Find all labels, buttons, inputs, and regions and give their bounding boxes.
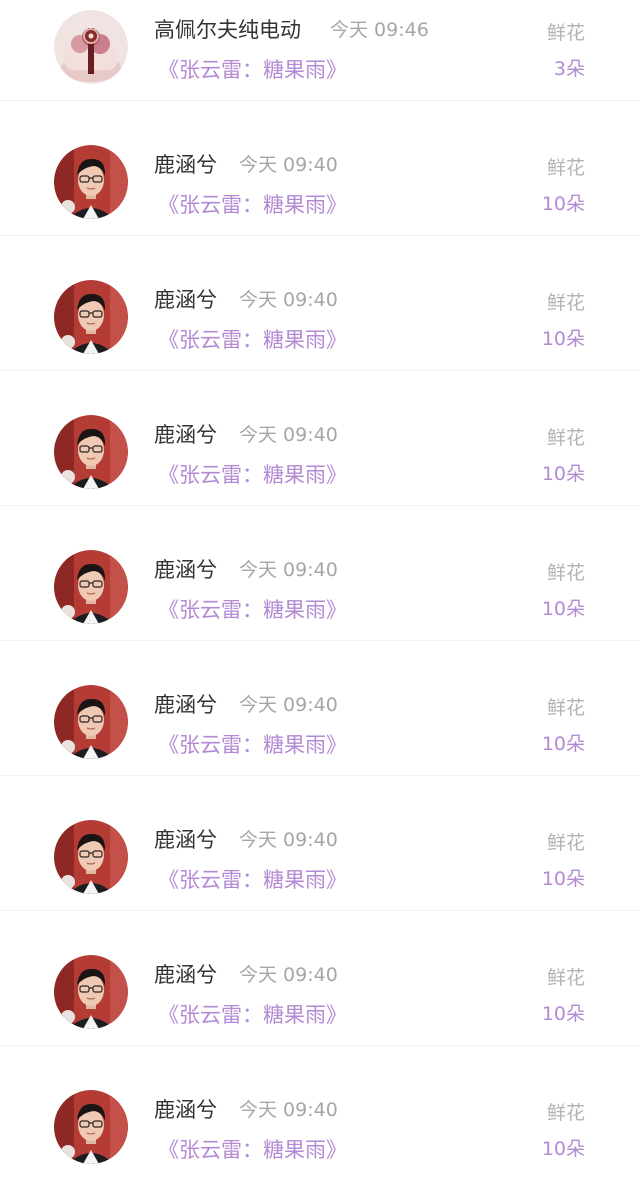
timestamp: 今天 09:40 — [239, 289, 338, 311]
user-name[interactable]: 鹿涵兮 — [154, 689, 217, 719]
gift-type-label: 鲜花 — [546, 22, 585, 44]
timestamp: 今天 09:40 — [239, 424, 338, 446]
gift-record-row[interactable]: 鹿涵兮 今天 09:40 《张云雷：糖果雨》 鲜花 10朵 — [0, 1046, 640, 1177]
gift-count: 10朵 — [541, 1138, 585, 1160]
gift-count: 10朵 — [541, 463, 585, 485]
user-name[interactable]: 鹿涵兮 — [154, 1094, 217, 1124]
work-title-link[interactable]: 《张云雷：糖果雨》 — [158, 54, 347, 84]
gift-type-label: 鲜花 — [546, 697, 585, 719]
work-title-link[interactable]: 《张云雷：糖果雨》 — [158, 1134, 347, 1164]
gift-record-row[interactable]: 鹿涵兮 今天 09:40 《张云雷：糖果雨》 鲜花 10朵 — [0, 101, 640, 236]
work-title-link[interactable]: 《张云雷：糖果雨》 — [158, 189, 347, 219]
work-title-link[interactable]: 《张云雷：糖果雨》 — [158, 459, 347, 489]
avatar[interactable] — [54, 10, 128, 84]
work-title-link[interactable]: 《张云雷：糖果雨》 — [158, 999, 347, 1029]
gift-type-label: 鲜花 — [546, 832, 585, 854]
gift-record-row[interactable]: 鹿涵兮 今天 09:40 《张云雷：糖果雨》 鲜花 10朵 — [0, 371, 640, 506]
gift-type-label: 鲜花 — [546, 427, 585, 449]
avatar[interactable] — [54, 280, 128, 354]
gift-type-label: 鲜花 — [546, 562, 585, 584]
gift-count: 10朵 — [541, 868, 585, 890]
gift-record-row[interactable]: 鹿涵兮 今天 09:40 《张云雷：糖果雨》 鲜花 10朵 — [0, 776, 640, 911]
timestamp: 今天 09:46 — [330, 19, 429, 41]
user-name[interactable]: 高佩尔夫纯电动 — [154, 14, 301, 44]
avatar[interactable] — [54, 1090, 128, 1164]
gift-type-label: 鲜花 — [546, 157, 585, 179]
user-name[interactable]: 鹿涵兮 — [154, 554, 217, 584]
avatar[interactable] — [54, 145, 128, 219]
gift-type-label: 鲜花 — [546, 967, 585, 989]
user-name[interactable]: 鹿涵兮 — [154, 149, 217, 179]
user-name[interactable]: 鹿涵兮 — [154, 824, 217, 854]
avatar[interactable] — [54, 550, 128, 624]
gift-record-row[interactable]: 鹿涵兮 今天 09:40 《张云雷：糖果雨》 鲜花 10朵 — [0, 911, 640, 1046]
avatar[interactable] — [54, 685, 128, 759]
gift-record-row[interactable]: 鹿涵兮 今天 09:40 《张云雷：糖果雨》 鲜花 10朵 — [0, 506, 640, 641]
timestamp: 今天 09:40 — [239, 559, 338, 581]
timestamp: 今天 09:40 — [239, 1099, 338, 1121]
timestamp: 今天 09:40 — [239, 829, 338, 851]
user-name[interactable]: 鹿涵兮 — [154, 959, 217, 989]
timestamp: 今天 09:40 — [239, 964, 338, 986]
user-name[interactable]: 鹿涵兮 — [154, 284, 217, 314]
user-name[interactable]: 鹿涵兮 — [154, 419, 217, 449]
gift-count: 10朵 — [541, 328, 585, 350]
gift-record-row[interactable]: 鹿涵兮 今天 09:40 《张云雷：糖果雨》 鲜花 10朵 — [0, 236, 640, 371]
gift-type-label: 鲜花 — [546, 1102, 585, 1124]
gift-record-row[interactable]: 高佩尔夫纯电动 今天 09:46 《张云雷：糖果雨》 鲜花 3朵 — [0, 0, 640, 101]
gift-type-label: 鲜花 — [546, 292, 585, 314]
gift-record-row[interactable]: 鹿涵兮 今天 09:40 《张云雷：糖果雨》 鲜花 10朵 — [0, 641, 640, 776]
gift-count: 3朵 — [553, 58, 585, 80]
timestamp: 今天 09:40 — [239, 694, 338, 716]
work-title-link[interactable]: 《张云雷：糖果雨》 — [158, 324, 347, 354]
work-title-link[interactable]: 《张云雷：糖果雨》 — [158, 864, 347, 894]
timestamp: 今天 09:40 — [239, 154, 338, 176]
gift-list: 高佩尔夫纯电动 今天 09:46 《张云雷：糖果雨》 鲜花 3朵 鹿涵兮 今天 09:40… — [0, 0, 640, 1177]
gift-count: 10朵 — [541, 598, 585, 620]
work-title-link[interactable]: 《张云雷：糖果雨》 — [158, 594, 347, 624]
avatar[interactable] — [54, 415, 128, 489]
avatar[interactable] — [54, 955, 128, 1029]
gift-count: 10朵 — [541, 193, 585, 215]
gift-count: 10朵 — [541, 733, 585, 755]
work-title-link[interactable]: 《张云雷：糖果雨》 — [158, 729, 347, 759]
gift-count: 10朵 — [541, 1003, 585, 1025]
avatar[interactable] — [54, 820, 128, 894]
